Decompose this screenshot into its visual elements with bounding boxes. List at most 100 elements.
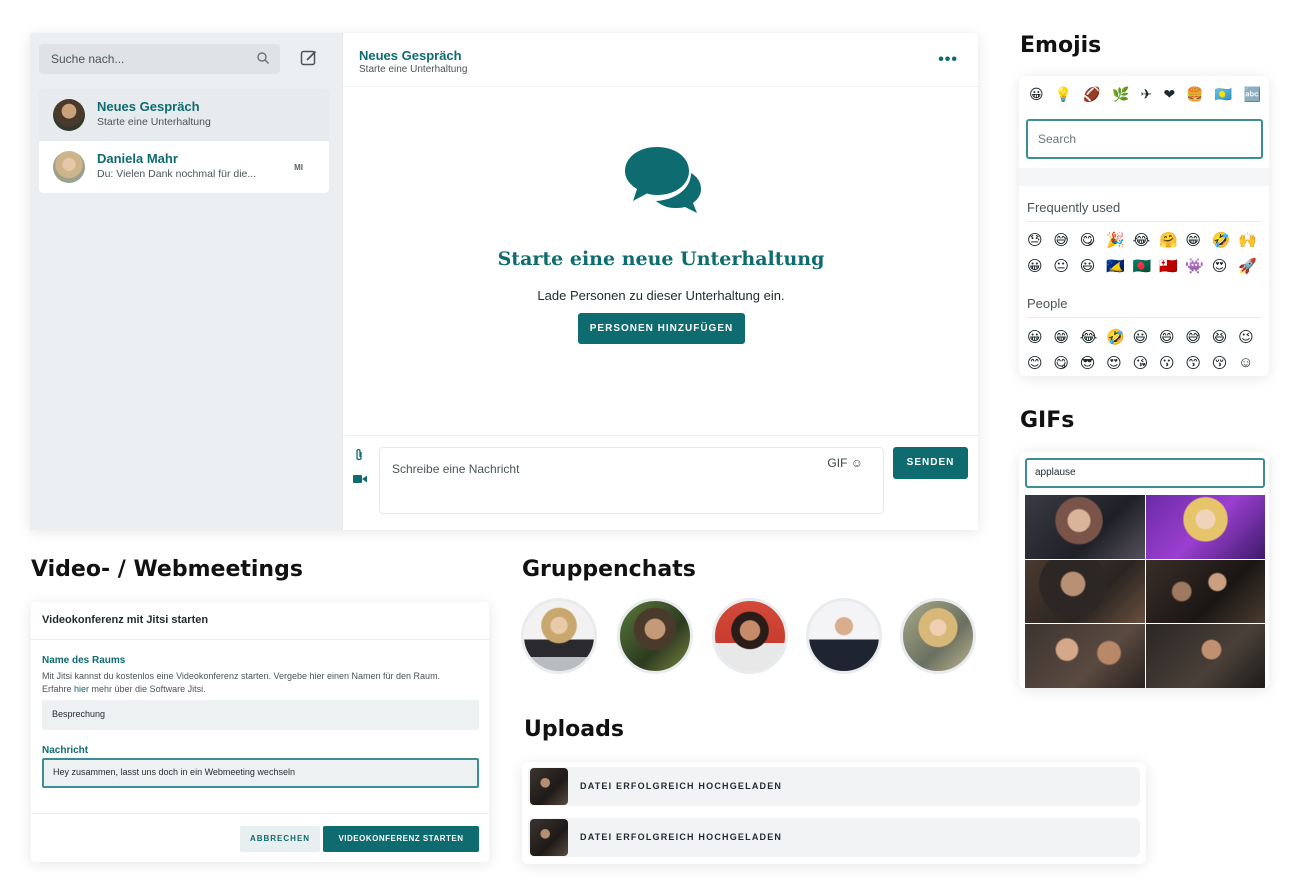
emoji-picker: 😀 💡 🏈 🌿 ✈ ❤ 🍔 🇵🇼 🔤 Search Frequently use… xyxy=(1019,76,1269,376)
emoji-category[interactable]: 🔤 xyxy=(1244,86,1261,103)
upload-item[interactable]: DATEI ERFOLGREICH HOCHGELADEN xyxy=(528,818,1140,857)
emoji-category[interactable]: 🇵🇼 xyxy=(1215,86,1232,103)
emoji-button[interactable]: 😎 xyxy=(1080,354,1106,372)
emoji-category-bar: 😀 💡 🏈 🌿 ✈ ❤ 🍔 🇵🇼 🔤 xyxy=(1029,86,1261,103)
emoji-button[interactable]: 😁 xyxy=(1053,328,1079,346)
chat-subtitle: Starte eine Unterhaltung xyxy=(359,64,468,75)
emoji-button[interactable]: 😆 xyxy=(1212,328,1238,346)
chat-window: Suche nach... Neues Gespräch Starte eine… xyxy=(30,33,979,530)
gif-result[interactable] xyxy=(1025,559,1145,624)
emoji-button[interactable]: 🤣 xyxy=(1212,231,1238,249)
send-button[interactable]: SENDEN xyxy=(893,447,968,479)
emoji-button[interactable]: 😀 xyxy=(1027,328,1053,346)
upload-thumbnail xyxy=(530,768,568,805)
emoji-button[interactable]: 😐 xyxy=(1053,257,1079,275)
paperclip-icon[interactable] xyxy=(353,448,365,462)
video-heading: Video- / Webmeetings xyxy=(31,557,303,582)
search-input[interactable]: Suche nach... xyxy=(39,44,280,74)
gif-search-value: applause xyxy=(1035,467,1076,478)
emoji-button[interactable]: 😚 xyxy=(1212,354,1238,372)
emoji-button[interactable]: 😃 xyxy=(1080,257,1106,275)
emoji-button[interactable]: 🤣 xyxy=(1106,328,1132,346)
frequent-emoji-grid: 😓 😅 😋 🎉 😂 🤗 😁 🤣 🙌 😀 😐 😃 🇹🇰 🇧🇩 🇹🇴 👾 😍 🚀 xyxy=(1027,231,1265,275)
people-emoji-grid: 😀 😁 😂 🤣 😃 😄 😅 😆 😉 😊 😋 😎 😍 😘 😗 😙 😚 ☺ xyxy=(1027,328,1265,372)
gif-result[interactable] xyxy=(1025,624,1145,688)
emoji-button[interactable]: 😋 xyxy=(1080,231,1106,249)
emoji-button[interactable]: 😙 xyxy=(1185,354,1211,372)
conversation-list: Neues Gespräch Starte eine Unterhaltung … xyxy=(39,89,329,193)
emoji-category[interactable]: 🍔 xyxy=(1186,86,1203,103)
emoji-button[interactable]: 😍 xyxy=(1106,354,1132,372)
divider xyxy=(1027,317,1261,318)
emoji-category[interactable]: 💡 xyxy=(1055,86,1072,103)
upload-item[interactable]: DATEI ERFOLGREICH HOCHGELADEN xyxy=(528,767,1140,806)
emoji-button[interactable]: 😅 xyxy=(1053,231,1079,249)
emoji-button[interactable]: 😂 xyxy=(1133,231,1159,249)
avatar xyxy=(53,151,85,183)
jitsi-info-link[interactable]: hier xyxy=(74,684,89,694)
emoji-button[interactable]: ☺ xyxy=(1238,354,1264,372)
gif-result[interactable] xyxy=(1145,495,1265,559)
message-field[interactable]: Hey zusammen, lasst uns doch in ein Webm… xyxy=(42,758,479,788)
dialog-title: Videokonferenz mit Jitsi starten xyxy=(31,602,489,640)
emoji-search-placeholder: Search xyxy=(1038,132,1077,146)
conversation-item[interactable]: Neues Gespräch Starte eine Unterhaltung xyxy=(39,89,329,141)
conversation-name: Neues Gespräch xyxy=(97,99,200,114)
emoji-button[interactable]: 😗 xyxy=(1159,354,1185,372)
emoji-button[interactable]: 🇧🇩 xyxy=(1133,257,1159,275)
dialog-description: Mit Jitsi kannst du kostenlos eine Video… xyxy=(42,670,472,696)
room-name-field[interactable]: Besprechung xyxy=(42,700,479,730)
emoji-search-input[interactable]: Search xyxy=(1026,119,1263,159)
emoji-button[interactable]: 😊 xyxy=(1027,354,1053,372)
people-label: People xyxy=(1027,296,1068,311)
emoji-button[interactable]: 🇹🇰 xyxy=(1106,257,1132,275)
video-camera-icon[interactable] xyxy=(353,474,367,484)
emoji-button[interactable]: 😁 xyxy=(1185,231,1211,249)
emoji-button[interactable]: 🤗 xyxy=(1159,231,1185,249)
emoji-button[interactable]: 😍 xyxy=(1212,257,1238,275)
message-input[interactable]: Schreibe eine Nachricht GIF ☺ xyxy=(379,447,884,514)
empty-state-text: Lade Personen zu dieser Unterhaltung ein… xyxy=(537,288,785,303)
emoji-button[interactable]: 😉 xyxy=(1238,328,1264,346)
emoji-button[interactable]: 😂 xyxy=(1080,328,1106,346)
gif-result[interactable] xyxy=(1025,495,1145,559)
emoji-button[interactable]: 😄 xyxy=(1159,328,1185,346)
gif-search-input[interactable]: applause xyxy=(1025,458,1265,488)
emoji-button[interactable]: 😃 xyxy=(1133,328,1159,346)
conversation-item[interactable]: Daniela Mahr Du: Vielen Dank nochmal für… xyxy=(39,141,329,193)
message-composer: Schreibe eine Nachricht GIF ☺ SENDEN xyxy=(343,435,979,530)
conversation-day: MI xyxy=(294,163,303,172)
emojis-heading: Emojis xyxy=(1020,33,1102,58)
emoji-button[interactable]: 🚀 xyxy=(1238,257,1264,275)
upload-status: DATEI ERFOLGREICH HOCHGELADEN xyxy=(580,781,783,791)
gif-picker: applause xyxy=(1019,452,1269,688)
emoji-category[interactable]: ❤ xyxy=(1163,86,1175,103)
add-people-button[interactable]: PERSONEN HINZUFÜGEN xyxy=(578,313,745,344)
emoji-category[interactable]: 🌿 xyxy=(1112,86,1129,103)
emoji-button[interactable]: 😅 xyxy=(1185,328,1211,346)
start-conference-button[interactable]: VIDEOKONFERENZ STARTEN xyxy=(323,826,479,852)
gif-emoji-toggle[interactable]: GIF ☺ xyxy=(827,456,863,470)
emoji-button[interactable]: 😘 xyxy=(1133,354,1159,372)
search-icon xyxy=(257,52,269,64)
emoji-button[interactable]: 🙌 xyxy=(1238,231,1264,249)
uploads-heading: Uploads xyxy=(524,717,624,742)
chat-header: Neues Gespräch Starte eine Unterhaltung xyxy=(343,33,978,87)
group-member-avatar xyxy=(617,598,693,674)
more-options-button[interactable]: ••• xyxy=(938,51,958,69)
emoji-button[interactable]: 😋 xyxy=(1053,354,1079,372)
emoji-category[interactable]: 😀 xyxy=(1029,86,1044,103)
compose-icon[interactable] xyxy=(300,49,318,67)
emoji-button[interactable]: 🇹🇴 xyxy=(1159,257,1185,275)
emoji-category[interactable]: ✈ xyxy=(1141,86,1153,103)
cancel-button[interactable]: ABBRECHEN xyxy=(240,826,320,852)
emoji-button[interactable]: 😓 xyxy=(1027,231,1053,249)
emoji-button[interactable]: 👾 xyxy=(1185,257,1211,275)
emoji-button[interactable]: 🎉 xyxy=(1106,231,1132,249)
emoji-button[interactable]: 😀 xyxy=(1027,257,1053,275)
gifs-heading: GIFs xyxy=(1020,408,1075,433)
gif-result[interactable] xyxy=(1145,559,1265,624)
emoji-category[interactable]: 🏈 xyxy=(1083,86,1100,103)
search-placeholder: Suche nach... xyxy=(51,52,125,66)
gif-result[interactable] xyxy=(1145,624,1265,688)
